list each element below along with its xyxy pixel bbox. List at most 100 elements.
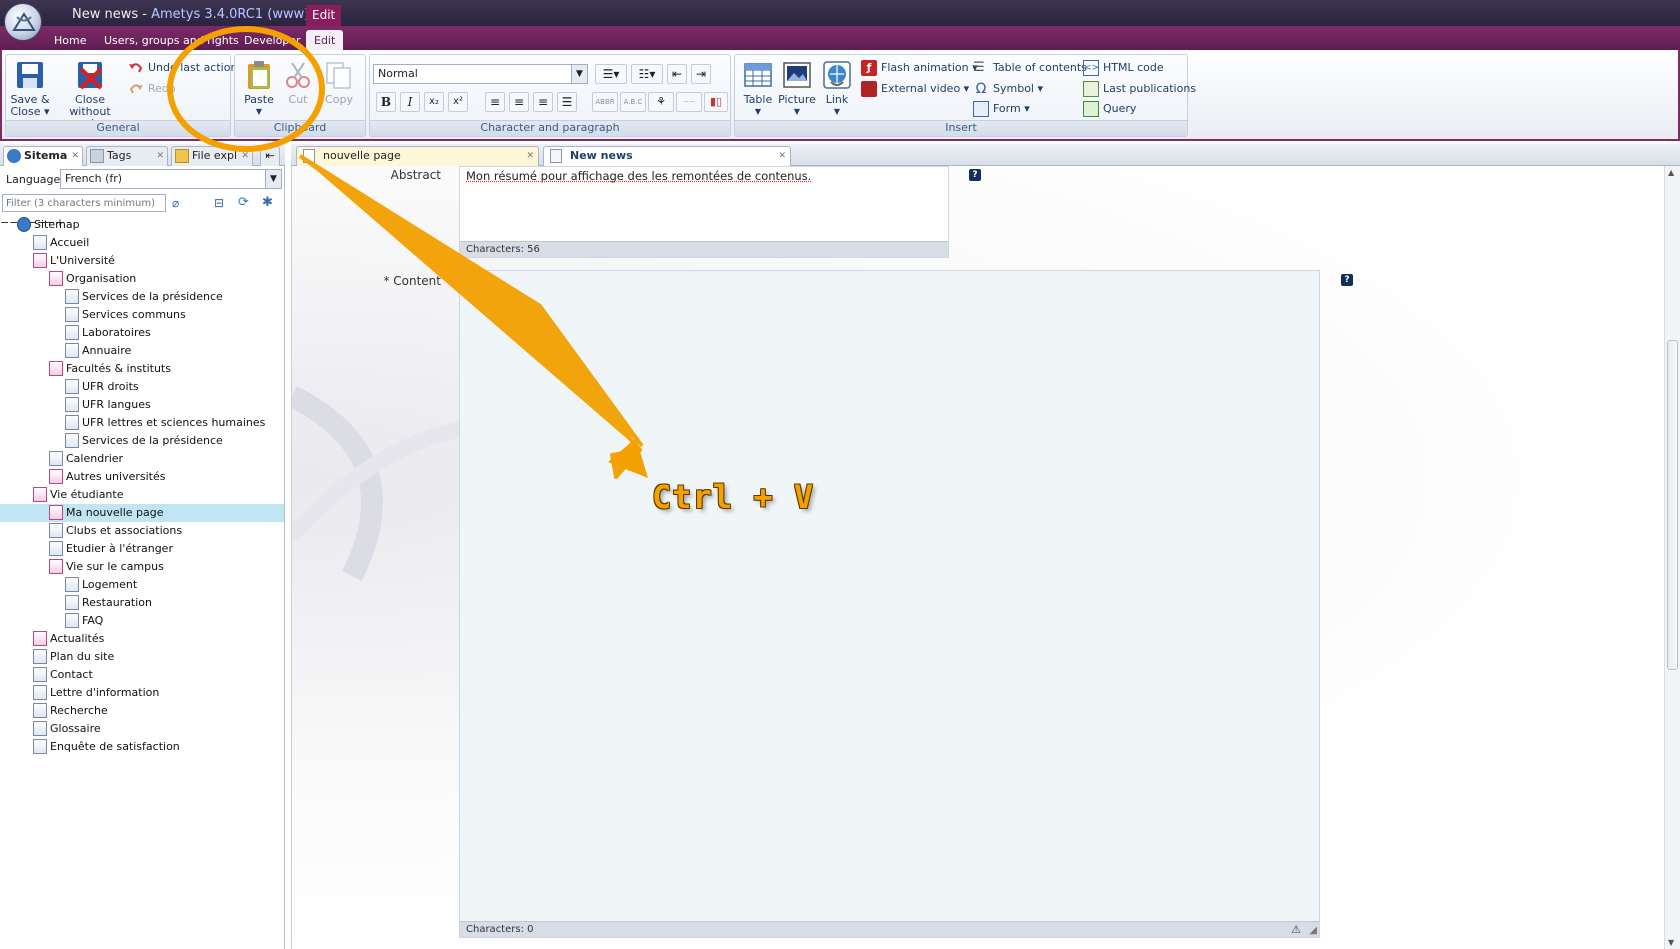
tree-node[interactable]: Actualités [33, 630, 104, 648]
last-publications-button[interactable]: Last publications [1083, 80, 1196, 98]
paste-special-button[interactable]: ▮▯ [704, 92, 728, 112]
tab-sitemap[interactable]: Sitema ✕ [3, 146, 83, 166]
insert-link-button[interactable]: Link ▼ [819, 59, 855, 118]
tree-node[interactable]: UFR langues [65, 396, 151, 414]
indent-button[interactable]: ⇥ [691, 64, 711, 84]
abbreviation-button[interactable]: ABBR [592, 92, 618, 112]
save-close-button[interactable]: Save & Close ▾ [10, 59, 50, 118]
bullet-list-button[interactable]: ☰▾ [595, 64, 627, 84]
abstract-help-icon[interactable]: ? [969, 169, 981, 181]
tree-node[interactable]: L'Université [33, 252, 115, 270]
undo-button[interactable]: Undo last action [128, 59, 237, 77]
tab-file-explorer[interactable]: File expl ✕ [171, 146, 253, 166]
align-left-button[interactable]: ≡ [485, 92, 505, 112]
table-dropdown-arrow[interactable]: ▼ [739, 106, 777, 118]
editor-scrollbar[interactable]: ▲ ▼ [1664, 166, 1680, 949]
remove-format-button[interactable]: ~~ [676, 92, 702, 112]
tree-node[interactable]: Logement [65, 576, 137, 594]
tree-node[interactable]: Enquête de satisfaction [33, 738, 180, 756]
table-of-contents-button[interactable]: ☰ Table of contents [973, 59, 1087, 77]
content-editor[interactable]: Characters: 0 ⚠ ◢ [459, 270, 1320, 938]
form-button[interactable]: Form ▾ [973, 100, 1030, 118]
superscript-button[interactable]: x² [448, 92, 468, 112]
scrollbar-thumb[interactable] [1667, 340, 1678, 670]
refresh-icon[interactable]: ⟳ [238, 195, 249, 210]
symbol-button[interactable]: Ω Symbol ▾ [973, 80, 1043, 98]
flash-animation-button[interactable]: ƒ Flash animation ▾ [861, 59, 978, 77]
tree-node[interactable]: FAQ [65, 612, 103, 630]
query-button[interactable]: Query [1083, 100, 1136, 118]
tree-node[interactable]: Laboratoires [65, 324, 151, 342]
language-button[interactable]: ⚘ [648, 92, 674, 112]
tree-node[interactable]: Vie sur le campus [49, 558, 164, 576]
resize-handle-icon[interactable]: ◢ [1309, 925, 1317, 936]
close-icon[interactable]: ✕ [778, 147, 786, 165]
tab-new-news[interactable]: New news ✕ [543, 146, 791, 166]
language-select[interactable]: French (fr) ▼ [60, 169, 282, 189]
tree-node[interactable]: Vie étudiante [33, 486, 124, 504]
plugin-icon[interactable]: ✱ [262, 195, 273, 210]
clear-filter-icon[interactable]: ⌀ [172, 196, 179, 210]
link-dropdown-arrow[interactable]: ▼ [819, 106, 855, 118]
content-help-icon[interactable]: ? [1341, 274, 1353, 286]
subscript-button[interactable]: x₂ [424, 92, 444, 112]
insert-picture-button[interactable]: Picture ▼ [777, 59, 817, 118]
tree-node[interactable]: Sitemap [17, 216, 80, 234]
justify-button[interactable]: ☰ [557, 92, 577, 112]
close-icon[interactable]: ✕ [156, 147, 164, 165]
collapse-all-icon[interactable]: ⊟ [214, 196, 224, 210]
close-icon[interactable]: ✕ [71, 147, 79, 165]
tree-node[interactable]: Services de la présidence [65, 288, 223, 306]
tree-node[interactable]: Organisation [49, 270, 136, 288]
tree-node[interactable]: UFR lettres et sciences humaines [65, 414, 265, 432]
tree-node[interactable]: Ma nouvelle page [49, 504, 164, 522]
cut-button[interactable]: Cut [281, 59, 315, 106]
numbered-list-button[interactable]: ☷▾ [631, 64, 663, 84]
tree-node[interactable]: Services de la présidence [65, 432, 223, 450]
html-code-button[interactable]: <> HTML code [1083, 59, 1164, 77]
tab-edit[interactable]: Edit [306, 30, 344, 50]
tree-node[interactable]: Services communs [65, 306, 186, 324]
copy-button[interactable]: Copy [319, 59, 359, 106]
tab-developer[interactable]: Developer [236, 30, 309, 50]
tree-node[interactable]: Etudier à l'étranger [49, 540, 173, 558]
paragraph-style-select[interactable]: Normal ▼ [373, 64, 588, 84]
collapse-icon[interactable]: − [0, 216, 9, 229]
tree-node[interactable]: Contact [33, 666, 93, 684]
tabs-menu-button[interactable]: ⇤ [260, 146, 280, 166]
paste-button[interactable]: Paste ▼ [241, 59, 277, 118]
app-logo-button[interactable] [4, 3, 42, 41]
paste-dropdown-arrow[interactable]: ▼ [241, 106, 277, 118]
tab-tags[interactable]: Tags ✕ [86, 146, 168, 166]
tree-node[interactable]: Plan du site [33, 648, 114, 666]
filter-input[interactable] [2, 194, 166, 212]
tree-node[interactable]: Glossaire [33, 720, 101, 738]
abstract-field[interactable]: Mon résumé pour affichage des les remont… [459, 166, 949, 258]
tree-node[interactable]: Accueil [33, 234, 89, 252]
tree-node[interactable]: Restauration [65, 594, 152, 612]
italic-button[interactable]: I [400, 92, 420, 112]
outdent-button[interactable]: ⇤ [667, 64, 687, 84]
tree-node[interactable]: Autres universités [49, 468, 165, 486]
tree-node[interactable]: Annuaire [65, 342, 131, 360]
picture-dropdown-arrow[interactable]: ▼ [777, 106, 817, 118]
tab-users-groups-rights[interactable]: Users, groups and rights [96, 30, 247, 50]
close-icon[interactable]: ✕ [241, 147, 249, 165]
insert-table-button[interactable]: Table ▼ [739, 59, 777, 118]
acronym-button[interactable]: A.B.C [620, 92, 646, 112]
tree-node[interactable]: Facultés & instituts [49, 360, 171, 378]
tab-home[interactable]: Home [46, 30, 94, 50]
align-center-button[interactable]: ≡ [509, 92, 529, 112]
tab-nouvelle-page[interactable]: nouvelle page ✕ [296, 146, 539, 166]
external-video-button[interactable]: External video ▾ [861, 80, 969, 98]
align-right-button[interactable]: ≡ [533, 92, 553, 112]
tree-node[interactable]: Calendrier [49, 450, 123, 468]
tree-node[interactable]: Clubs et associations [49, 522, 182, 540]
bold-button[interactable]: B [376, 92, 396, 112]
tree-node[interactable]: UFR droits [65, 378, 139, 396]
close-icon[interactable]: ✕ [526, 147, 534, 165]
redo-button[interactable]: Redo [128, 80, 176, 98]
scroll-up-icon[interactable]: ▲ [1668, 168, 1674, 177]
tree-node[interactable]: Lettre d'information [33, 684, 159, 702]
scroll-down-icon[interactable]: ▼ [1668, 938, 1674, 947]
